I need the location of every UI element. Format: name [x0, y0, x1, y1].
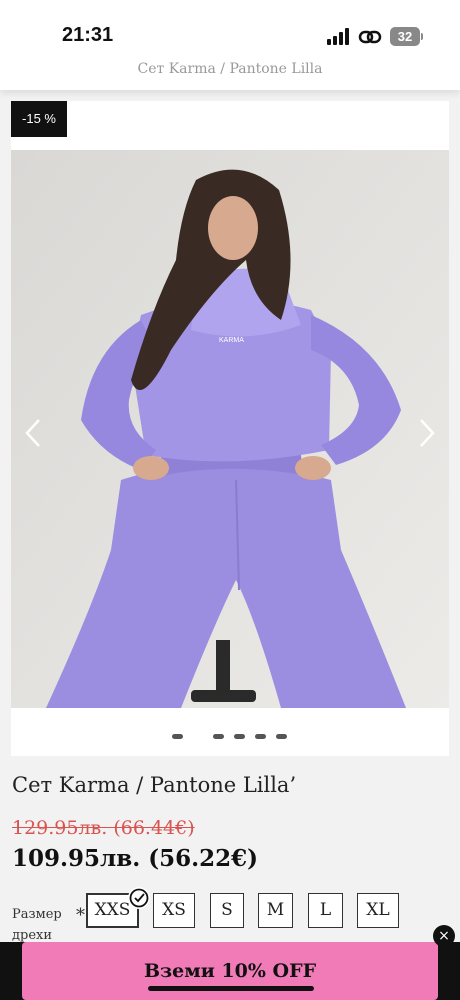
- size-option-xl[interactable]: XL: [357, 893, 399, 928]
- size-option-s[interactable]: S: [210, 893, 244, 928]
- breadcrumb[interactable]: Сет Karma / Pantone Lilla: [0, 61, 460, 77]
- size-option-l[interactable]: L: [308, 893, 343, 928]
- next-image-button[interactable]: [411, 416, 439, 450]
- gallery-dots: [11, 730, 449, 740]
- hoodie-logo-text: KARMA: [219, 337, 244, 344]
- discount-badge: -15 %: [11, 101, 67, 137]
- product-gallery-card: -15 % KARMA: [11, 101, 449, 756]
- gallery-dot[interactable]: [234, 734, 245, 739]
- gallery-dot[interactable]: [213, 734, 224, 739]
- home-indicator: [148, 986, 314, 991]
- clock: 21:31: [62, 24, 114, 46]
- size-option-m[interactable]: M: [258, 893, 293, 928]
- gallery-dot[interactable]: [255, 734, 266, 739]
- battery-icon: 32: [390, 27, 420, 46]
- product-title: Сет Karma / Pantone Lilla’: [12, 773, 297, 797]
- signal-icon: [327, 28, 351, 45]
- link-icon: [358, 28, 382, 46]
- size-label: Размер дрехи: [12, 907, 62, 943]
- discount-promo-button[interactable]: Вземи 10% OFF: [22, 942, 438, 1000]
- product-image[interactable]: KARMA: [11, 150, 449, 708]
- sale-price: 109.95лв. (56.22€): [12, 845, 259, 872]
- header-strip: Сет Karma / Pantone Lilla: [0, 58, 460, 90]
- required-mark: *: [76, 905, 85, 926]
- gallery-dot[interactable]: [172, 734, 183, 739]
- old-price: 129.95лв. (66.44€): [12, 817, 195, 839]
- close-icon[interactable]: ×: [433, 925, 455, 947]
- size-option-xs[interactable]: XS: [153, 893, 195, 928]
- battery-cap: [421, 33, 423, 40]
- gallery-dot[interactable]: [276, 734, 287, 739]
- selected-check-icon: [128, 887, 150, 909]
- prev-image-button[interactable]: [21, 416, 49, 450]
